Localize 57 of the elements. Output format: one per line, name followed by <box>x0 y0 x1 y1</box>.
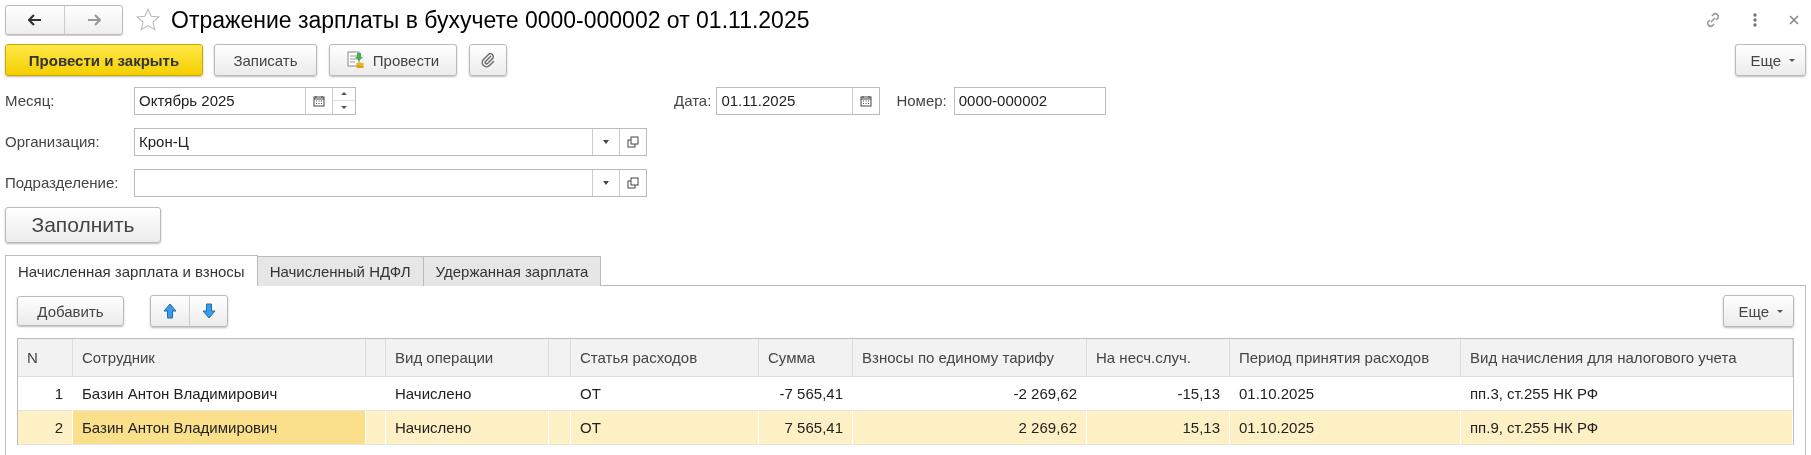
more-icon[interactable] <box>1752 12 1758 28</box>
back-arrow-icon <box>28 14 42 26</box>
post-button[interactable]: Провести <box>329 44 457 76</box>
table-cell: 15,13 <box>1087 411 1230 445</box>
paperclip-icon <box>480 52 496 68</box>
add-button[interactable]: Добавить <box>17 296 124 326</box>
column-header[interactable]: На несч.случ. <box>1087 339 1230 377</box>
table-cell <box>549 411 571 445</box>
more-button[interactable]: Еще <box>1735 44 1806 76</box>
window-title: Отражение зарплаты в бухучете 0000-000002 от 01.11.2025 <box>171 6 810 34</box>
month-field[interactable]: Октябрь 2025 <box>134 86 356 115</box>
organization-field[interactable]: Крон-Ц <box>134 127 647 156</box>
table-cell: ОТ <box>571 411 759 445</box>
column-header[interactable]: N <box>18 339 73 377</box>
table-cell: 7 565,41 <box>759 411 853 445</box>
up-arrow-icon <box>163 303 177 319</box>
table-cell: пп.9, ст.255 НК РФ <box>1461 411 1793 445</box>
column-header[interactable]: Вид операции <box>386 339 549 377</box>
down-arrow-icon <box>201 303 216 319</box>
table-cell: 2 269,62 <box>853 411 1087 445</box>
column-header[interactable]: Взносы по единому тарифу <box>853 339 1087 377</box>
attach-button[interactable] <box>469 44 507 76</box>
date-field[interactable]: 01.11.2025 <box>716 86 881 115</box>
number-field[interactable]: 0000-000002 <box>953 86 1106 115</box>
column-header[interactable]: Сотрудник <box>73 339 366 377</box>
table-cell: 01.10.2025 <box>1230 411 1461 445</box>
field-label: Подразделение: <box>5 174 120 191</box>
column-header[interactable]: Вид начисления для налогового учета <box>1461 339 1793 377</box>
fill-button[interactable]: Заполнить <box>5 207 161 243</box>
field-label: Дата: <box>674 92 712 109</box>
division-field[interactable] <box>134 168 647 197</box>
tab[interactable]: Удержанная зарплата <box>422 256 602 286</box>
close-icon[interactable] <box>1788 14 1800 26</box>
tab[interactable]: Начисленный НДФЛ <box>256 256 424 286</box>
field-label: Организация: <box>5 133 101 150</box>
tab[interactable]: Начисленная зарплата и взносы <box>5 255 258 286</box>
post-and-close-button[interactable]: Провести и закрыть <box>5 44 203 76</box>
caret-icon <box>1789 58 1795 62</box>
star-icon[interactable] <box>135 7 161 33</box>
column-header <box>549 339 571 377</box>
field-label: Месяц: <box>5 92 56 109</box>
document-coins-icon <box>346 51 365 69</box>
column-header[interactable]: Сумма <box>759 339 853 377</box>
table-cell: 2 <box>18 411 73 445</box>
spin-buttons[interactable] <box>332 87 355 114</box>
column-header <box>366 339 386 377</box>
column-header[interactable]: Период принятия расходов <box>1230 339 1461 377</box>
save-button[interactable]: Записать <box>214 44 317 76</box>
column-header[interactable]: Статья расходов <box>571 339 759 377</box>
more-button[interactable]: Еще <box>1723 295 1794 327</box>
table-cell: Начислено <box>386 411 549 445</box>
caret-icon <box>1777 309 1783 313</box>
forward-arrow-icon <box>86 14 101 26</box>
table-cell <box>366 411 386 445</box>
link-icon[interactable] <box>1704 11 1722 29</box>
table-cell: Базин Антон Владимирович <box>73 411 366 445</box>
field-label: Номер: <box>896 92 947 109</box>
